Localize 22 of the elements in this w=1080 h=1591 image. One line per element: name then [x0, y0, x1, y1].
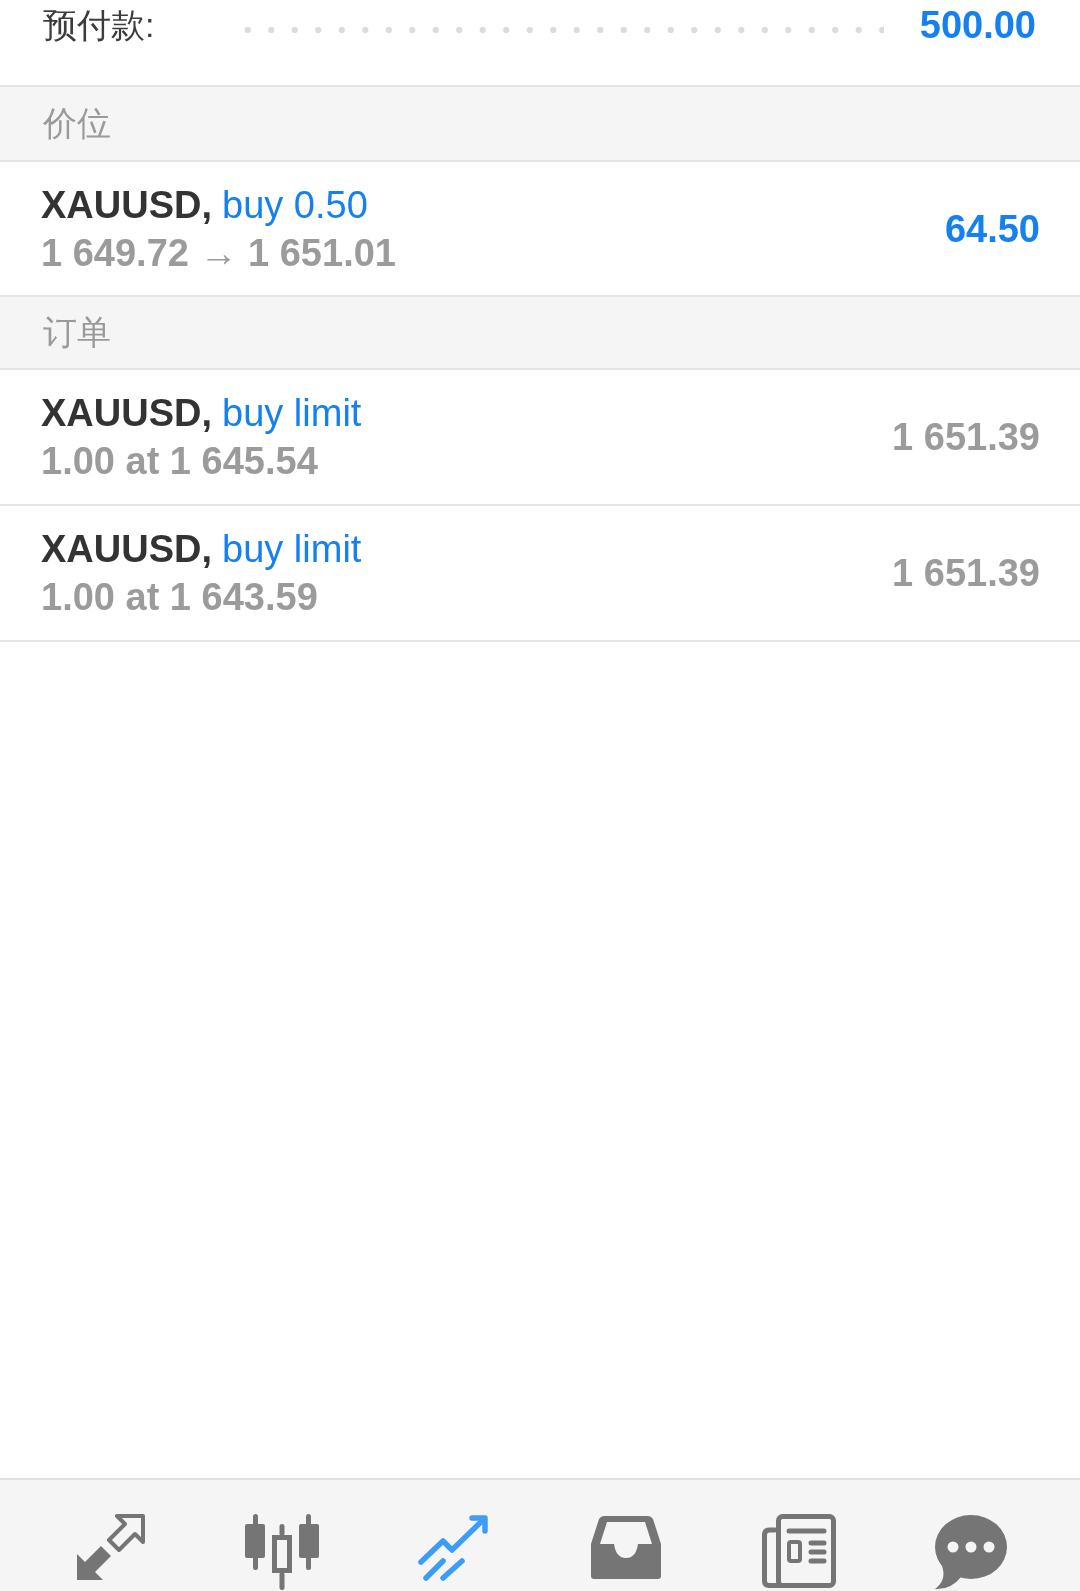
- profit-value: 64.50: [944, 206, 1040, 252]
- margin-value: 500.00: [919, 3, 1036, 48]
- volume-price-text: 1.00 at 1 643.59: [41, 575, 319, 620]
- symbol-text: XAUUSD,: [41, 391, 213, 436]
- current-price: 1 651.39: [892, 415, 1040, 460]
- trade-type-text: buy limit: [222, 391, 362, 436]
- symbol-text: XAUUSD,: [41, 182, 213, 228]
- margin-label: 预付款:: [43, 5, 155, 46]
- trade-type-text: buy limit: [222, 527, 362, 572]
- symbol-text: XAUUSD,: [41, 527, 213, 572]
- open-close-prices: 1 649.72 → 1 651.01: [41, 230, 396, 276]
- double-arrow-icon: [75, 1514, 145, 1582]
- volume-price-text: 1.00 at 1 645.54: [41, 439, 319, 484]
- trade-type-text: buy 0.50: [222, 182, 368, 228]
- newspaper-icon: [760, 1514, 836, 1588]
- section-header: 价位: [0, 87, 1080, 162]
- inbox-tray-icon: [589, 1514, 663, 1581]
- trend-arrow-icon: [418, 1514, 490, 1582]
- candlestick-icon: [243, 1514, 321, 1590]
- current-price: 1 651.39: [892, 551, 1040, 596]
- chat-bubble-icon: [933, 1514, 1007, 1590]
- section-header: 订单: [0, 297, 1080, 370]
